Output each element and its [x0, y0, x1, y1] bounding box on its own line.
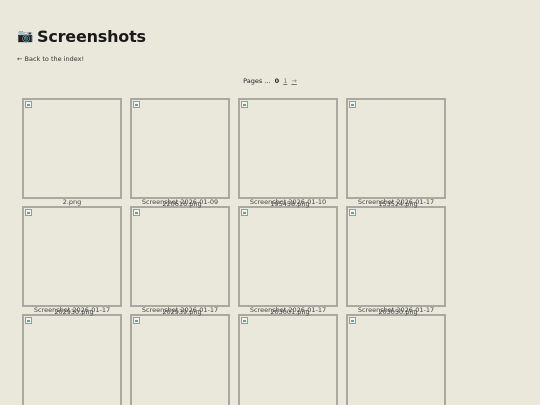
- screenshot-alt-text: 202939.png: [162, 308, 202, 316]
- screenshot-tile[interactable]: Screenshot 2026-01-17: [346, 98, 446, 206]
- pages-label: Pages ...: [243, 77, 271, 85]
- screenshot-alt-text: 203001.png: [270, 308, 310, 316]
- screenshot-alt-text: 195458.png: [270, 200, 310, 208]
- screenshot-thumbnail[interactable]: 202930.png: [22, 309, 122, 405]
- screenshot-tile[interactable]: 202930.png: [22, 309, 122, 405]
- screenshot-thumbnail[interactable]: [238, 98, 338, 199]
- broken-image-icon: [241, 101, 248, 108]
- broken-image-icon: [133, 317, 140, 324]
- screenshot-tile[interactable]: 153524.png Screenshot 2026-01-17: [346, 201, 446, 314]
- screenshot-tile[interactable]: 203001.png: [238, 309, 338, 405]
- broken-image-icon: [25, 209, 32, 216]
- broken-image-icon: [349, 101, 356, 108]
- camera-icon: 📷: [17, 29, 33, 44]
- screenshot-thumbnail[interactable]: 153524.png: [346, 201, 446, 307]
- screenshot-thumbnail[interactable]: 202939.png: [130, 309, 230, 405]
- screenshot-thumbnail[interactable]: [346, 98, 446, 199]
- screenshot-tile[interactable]: 195458.png Screenshot 2026-01-17: [238, 201, 338, 314]
- current-page: 0: [274, 77, 280, 85]
- broken-image-icon: [133, 209, 140, 216]
- next-page-arrow[interactable]: →: [291, 77, 296, 85]
- screenshot-caption: 2.png: [62, 198, 82, 206]
- screenshot-thumbnail[interactable]: [22, 206, 122, 307]
- screenshots-page: 📷 Screenshots ← Back to the index! Pages…: [0, 0, 540, 405]
- page-title: 📷 Screenshots: [17, 27, 146, 46]
- screenshot-tile[interactable]: 203050.png: [346, 309, 446, 405]
- screenshot-thumbnail[interactable]: [130, 98, 230, 199]
- screenshot-tile[interactable]: 220616.png Screenshot 2026-01-17: [130, 201, 230, 314]
- broken-image-icon: [241, 317, 248, 324]
- screenshot-tile[interactable]: 2.png: [22, 98, 122, 206]
- screenshot-tile[interactable]: Screenshot 2026-01-10: [238, 98, 338, 206]
- screenshot-tile[interactable]: Screenshot 2026-01-17: [22, 206, 122, 314]
- screenshot-thumbnail[interactable]: [22, 98, 122, 199]
- page-1-link[interactable]: 1: [283, 77, 287, 85]
- screenshot-thumbnail[interactable]: 203001.png: [238, 309, 338, 405]
- broken-image-icon: [349, 317, 356, 324]
- broken-image-icon: [25, 101, 32, 108]
- broken-image-icon: [133, 101, 140, 108]
- screenshot-tile[interactable]: Screenshot 2026-01-09: [130, 98, 230, 206]
- screenshot-alt-text: 220616.png: [162, 200, 202, 208]
- screenshot-tile[interactable]: 202939.png: [130, 309, 230, 405]
- screenshot-thumbnail[interactable]: 203050.png: [346, 309, 446, 405]
- screenshot-alt-text: 202930.png: [54, 308, 94, 316]
- back-to-index-link[interactable]: ← Back to the index!: [17, 55, 84, 63]
- screenshot-thumbnail[interactable]: 220616.png: [130, 201, 230, 307]
- screenshot-thumbnail[interactable]: 195458.png: [238, 201, 338, 307]
- broken-image-icon: [241, 209, 248, 216]
- page-title-text: Screenshots: [37, 27, 146, 46]
- pagination: Pages ... 0 1 →: [0, 77, 540, 85]
- screenshot-alt-text: 203050.png: [378, 308, 418, 316]
- broken-image-icon: [349, 209, 356, 216]
- screenshot-alt-text: 153524.png: [378, 200, 418, 208]
- broken-image-icon: [25, 317, 32, 324]
